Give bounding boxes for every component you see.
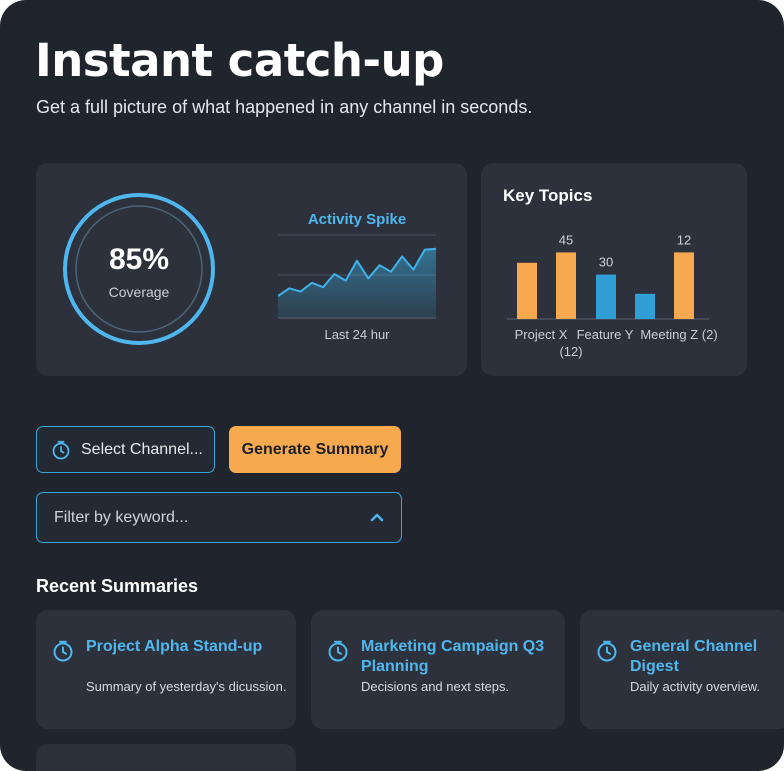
summary-title: Marketing Campaign Q3 Planning — [361, 638, 545, 675]
topic-bar-value-label: 45 — [559, 232, 573, 247]
activity-spike-chart — [278, 234, 436, 319]
summary-card[interactable] — [36, 744, 296, 771]
coverage-label: Coverage — [108, 284, 170, 300]
summary-description: Summary of yesterday's dicussion. — [86, 679, 287, 694]
coverage-value: 85% — [108, 243, 170, 276]
chevron-up-icon[interactable] — [370, 511, 384, 523]
topic-bar — [596, 274, 616, 319]
summary-description: Daily activity overview. — [630, 679, 761, 694]
select-channel-label: Select Channel... — [81, 440, 203, 458]
select-channel-button[interactable]: Select Channel... — [36, 426, 215, 473]
app-frame: Instant catch-up Get a full picture of w… — [0, 0, 784, 771]
topic-bar — [556, 252, 576, 319]
key-topics-title: Key Topics — [503, 186, 593, 205]
summary-card[interactable]: Project Alpha Stand-up Summary of yester… — [36, 610, 296, 729]
topic-label: (12) — [559, 344, 582, 359]
clock-icon — [328, 640, 348, 662]
clock-icon — [52, 440, 70, 459]
topic-bar — [517, 262, 537, 319]
filter-keyword-input[interactable]: Filter by keyword... — [36, 492, 402, 543]
filter-placeholder: Filter by keyword... — [54, 508, 189, 526]
spark-area — [278, 248, 436, 318]
summary-title: General Channel Digest — [630, 638, 758, 675]
activity-spike-title: Activity Spike — [307, 211, 407, 228]
summary-description: Decisions and next steps. — [361, 679, 510, 694]
topic-bar-value-label: 12 — [677, 232, 691, 247]
key-topics-card: Key Topics 45 30 12 Project X (12) Feature… — [481, 163, 747, 376]
topic-label: Project X — [515, 327, 568, 342]
topic-label: Meeting Z (2) — [640, 327, 717, 342]
page-title: Instant catch-up — [35, 34, 444, 87]
topic-bar — [674, 252, 694, 319]
summary-title: Project Alpha Stand-up — [86, 638, 263, 655]
activity-spike-caption: Last 24 hur — [324, 327, 390, 342]
topic-label: Feature Y — [577, 327, 634, 342]
key-topics-chart: 45 30 12 Project X (12) Feature Y Meeting … — [507, 232, 718, 359]
stats-card: 85% Coverage Activity Spike Last 24 hur — [36, 163, 467, 376]
generate-summary-button[interactable]: Generate Summary — [229, 426, 401, 473]
topic-bar — [635, 293, 655, 319]
recent-summaries-title: Recent Summaries — [36, 576, 199, 596]
summary-card[interactable]: Marketing Campaign Q3 Planning Decisions… — [311, 610, 565, 729]
clock-icon — [597, 640, 617, 662]
page-subtitle: Get a full picture of what happened in a… — [36, 97, 533, 117]
summary-card[interactable]: General Channel Digest Daily activity ov… — [580, 610, 784, 729]
topic-bar-value-label: 30 — [599, 255, 613, 270]
clock-icon — [53, 640, 73, 662]
